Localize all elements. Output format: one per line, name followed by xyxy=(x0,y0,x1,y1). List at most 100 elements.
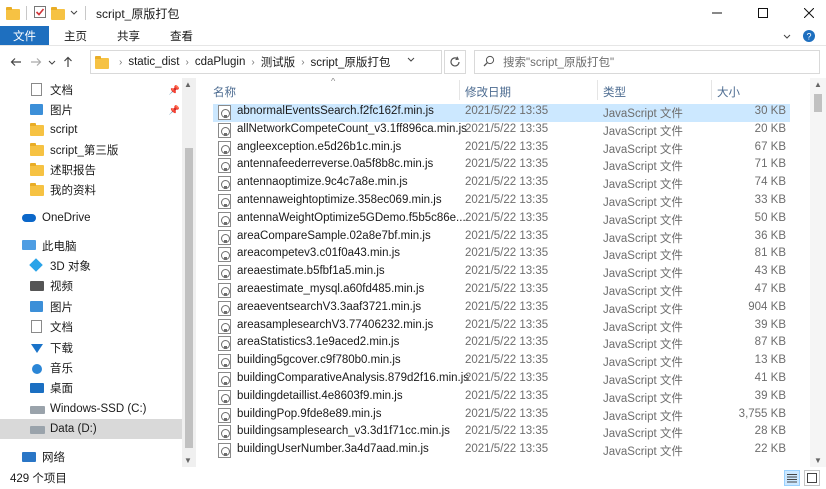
address-history-icon[interactable] xyxy=(407,55,415,65)
file-row[interactable]: areaeventsearchV3.3aaf3721.min.js 2021/5/… xyxy=(213,300,790,318)
file-row[interactable]: abnormalEventsSearch.f2fc162f.min.js 2021… xyxy=(213,104,790,122)
back-button[interactable] xyxy=(6,52,26,72)
file-row[interactable]: antennaweightoptimize.358ec069.min.js 202… xyxy=(213,193,790,211)
sidebar-item-videos[interactable]: 视频 xyxy=(0,276,182,296)
expand-ribbon-icon[interactable] xyxy=(782,31,792,44)
scroll-up-icon[interactable]: ▲ xyxy=(814,80,822,89)
chevron-right-icon[interactable]: › xyxy=(185,57,188,68)
close-button[interactable] xyxy=(786,0,826,26)
file-row[interactable]: buildingdetaillist.4e8603f9.min.js 2021/5… xyxy=(213,389,790,407)
sidebar-item-drive-d[interactable]: Data (D:) xyxy=(0,419,182,439)
file-row[interactable]: areaStatistics3.1e9aced2.min.js 2021/5/22… xyxy=(213,335,790,353)
refresh-button[interactable] xyxy=(444,50,466,74)
chevron-right-icon[interactable]: › xyxy=(301,57,304,68)
help-icon[interactable]: ? xyxy=(802,29,816,46)
file-type: JavaScript 文件 xyxy=(603,268,683,281)
scroll-down-icon[interactable]: ▼ xyxy=(814,456,822,465)
file-row[interactable]: areaestimate.b5fbf1a5.min.js 2021/5/22 13… xyxy=(213,264,790,282)
recent-locations-icon[interactable] xyxy=(46,52,58,72)
file-size: 33 KB xyxy=(754,194,786,206)
chevron-right-icon[interactable]: › xyxy=(251,57,254,68)
column-name[interactable]: 名称 xyxy=(213,84,236,100)
new-folder-icon[interactable] xyxy=(51,6,65,20)
file-list-scroll-thumb[interactable] xyxy=(814,94,822,112)
file-row[interactable]: areaestimate_mysql.a60fd485.min.js 2021/5… xyxy=(213,282,790,300)
forward-button[interactable] xyxy=(26,52,46,72)
file-row[interactable]: areacompetev3.c01f0a43.min.js 2021/5/22 1… xyxy=(213,246,790,264)
sidebar-item-desktop[interactable]: 桌面 xyxy=(0,378,182,398)
sidebar-item-music[interactable]: 音乐 xyxy=(0,358,182,378)
js-file-icon xyxy=(218,122,231,138)
file-type: JavaScript 文件 xyxy=(603,375,683,387)
file-size: 50 KB xyxy=(754,211,786,224)
sidebar-item-drive-c[interactable]: Windows-SSD (C:) xyxy=(0,399,182,419)
file-row[interactable]: antennaWeightOptimize5GDemo.f5b5c86e....… xyxy=(213,211,790,229)
up-button[interactable] xyxy=(58,52,78,72)
scroll-down-icon[interactable]: ▼ xyxy=(184,456,192,465)
sidebar-item-script-v3[interactable]: script_第三版 xyxy=(0,140,182,160)
file-type: JavaScript 文件 xyxy=(603,428,683,441)
column-date[interactable]: 修改日期 xyxy=(465,84,511,100)
file-row[interactable]: allNetworkCompeteCount_v3.1ff896ca.min.j… xyxy=(213,122,790,140)
file-type: JavaScript 文件 xyxy=(603,214,683,227)
file-row[interactable]: angleexception.e5d26b1c.min.js 2021/5/22 … xyxy=(213,140,790,158)
divider[interactable] xyxy=(597,80,598,100)
file-row[interactable]: buildingUserNumber.3a4d7aad.min.js 2021/5… xyxy=(213,442,790,460)
divider[interactable] xyxy=(711,80,712,100)
sidebar-scroll-thumb[interactable] xyxy=(185,148,193,448)
file-row[interactable]: buildingComparativeAnalysis.879d2f16.min… xyxy=(213,371,790,389)
scroll-up-icon[interactable]: ▲ xyxy=(184,80,192,89)
tab-home[interactable]: 主页 xyxy=(49,26,102,45)
file-date: 2021/5/22 13:35 xyxy=(465,194,549,206)
column-size[interactable]: 大小 xyxy=(717,84,740,100)
file-size: 43 KB xyxy=(754,265,786,278)
large-icons-view-button[interactable] xyxy=(804,470,820,486)
file-date: 2021/5/22 13:35 xyxy=(465,105,549,117)
file-row[interactable]: antennaoptimize.9c4c7a8e.min.js 2021/5/22… xyxy=(213,175,790,193)
sidebar-item-downloads[interactable]: 下载 xyxy=(0,338,182,358)
breadcrumb-static-dist[interactable]: static_dist xyxy=(128,56,179,68)
tab-share[interactable]: 共享 xyxy=(102,26,155,45)
sidebar-item-label: 述职报告 xyxy=(50,165,96,177)
file-name: antennafeederreverse.0a5f8b8c.min.js xyxy=(237,158,434,171)
maximize-button[interactable] xyxy=(740,0,786,26)
breadcrumb-cdaplugin[interactable]: cdaPlugin xyxy=(195,56,246,68)
column-type[interactable]: 类型 xyxy=(603,84,626,100)
file-date: 2021/5/22 13:35 xyxy=(465,425,549,438)
tab-view[interactable]: 查看 xyxy=(155,26,208,45)
sidebar-item-onedrive[interactable]: OneDrive xyxy=(0,208,182,228)
minimize-button[interactable] xyxy=(694,0,740,26)
breadcrumb-current-folder[interactable]: script_原版打包 xyxy=(311,54,391,70)
sidebar-item-my-files[interactable]: 我的资料 xyxy=(0,180,182,200)
sidebar-item-network[interactable]: 网络 xyxy=(0,447,182,467)
sidebar-scrollbar[interactable]: ▲ ▼ xyxy=(182,78,196,467)
sidebar-item-report[interactable]: 述职报告 xyxy=(0,160,182,180)
sidebar-item-documents-pinned[interactable]: 文档 📌 xyxy=(0,80,182,100)
file-size: 20 KB xyxy=(754,122,786,135)
file-list-scrollbar[interactable]: ▲ ▼ xyxy=(810,78,826,467)
file-row[interactable]: buildingPop.9fde8e89.min.js 2021/5/22 13:… xyxy=(213,407,790,425)
details-view-button[interactable] xyxy=(784,470,800,486)
sidebar-item-pictures-pinned[interactable]: 图片 📌 xyxy=(0,100,182,120)
file-row[interactable]: buildingsamplesearch_v3.3d1f71cc.min.js 2… xyxy=(213,424,790,442)
sidebar-item-3d-objects[interactable]: 3D 对象 xyxy=(0,256,182,276)
sidebar-item-label: Windows-SSD (C:) xyxy=(50,403,147,415)
sidebar-item-pictures[interactable]: 图片 xyxy=(0,297,182,317)
file-row[interactable]: areasamplesearchV3.77406232.min.js 2021/5… xyxy=(213,318,790,336)
search-input[interactable]: 搜索"script_原版打包" xyxy=(474,50,820,74)
file-row[interactable]: areaCompareSample.02a8e7bf.min.js 2021/5/… xyxy=(213,229,790,247)
chevron-down-icon[interactable] xyxy=(69,7,79,20)
file-name: buildingsamplesearch_v3.3d1f71cc.min.js xyxy=(237,425,450,438)
properties-icon[interactable] xyxy=(33,5,47,22)
divider[interactable] xyxy=(459,80,460,100)
tab-file[interactable]: 文件 xyxy=(0,26,49,45)
breadcrumb-test-version[interactable]: 测试版 xyxy=(261,54,296,70)
chevron-right-icon[interactable]: › xyxy=(119,57,122,68)
address-bar[interactable]: › static_dist › cdaPlugin › 测试版 › script_原版打… xyxy=(90,50,442,74)
sidebar-item-documents[interactable]: 文档 xyxy=(0,317,182,337)
file-row[interactable]: antennafeederreverse.0a5f8b8c.min.js 2021… xyxy=(213,157,790,175)
file-row[interactable]: building5gcover.c9f780b0.min.js 2021/5/22… xyxy=(213,353,790,371)
sidebar-item-this-pc[interactable]: 此电脑 xyxy=(0,236,182,256)
file-size: 74 KB xyxy=(754,176,786,189)
sidebar-item-script[interactable]: script xyxy=(0,120,182,140)
